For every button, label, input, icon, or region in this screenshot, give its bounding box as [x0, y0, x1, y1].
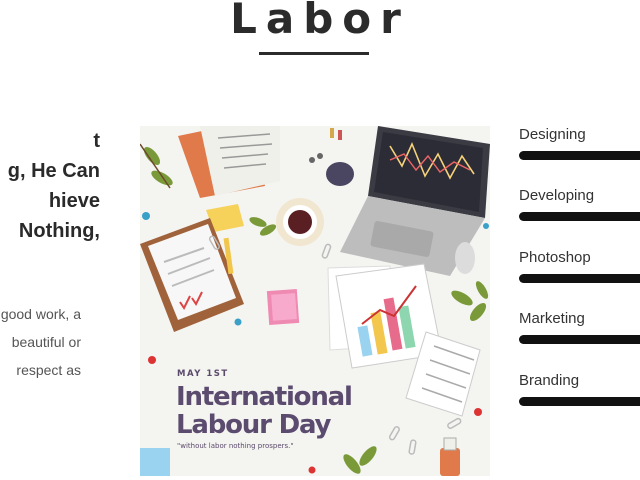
- labour-day-poster-image: MAY 1ST International Labour Day "withou…: [140, 126, 490, 476]
- skill-item-photoshop: Photoshop: [519, 249, 640, 283]
- skill-item-designing: Designing: [519, 126, 640, 160]
- leaf-illustration: [343, 446, 377, 474]
- clipboard-illustration: [140, 218, 244, 332]
- skill-progress-bar: [519, 335, 640, 344]
- skill-progress-bar: [519, 212, 640, 221]
- stamp-illustration: [440, 437, 460, 476]
- poster-title-line2: Labour Day: [176, 410, 331, 440]
- skill-label: Branding: [519, 372, 580, 389]
- headline-line: hieve: [48, 190, 100, 212]
- skill-label: Photoshop: [519, 249, 591, 266]
- skill-label: Designing: [519, 126, 586, 143]
- headline-line: t: [93, 130, 100, 152]
- headline-line: g, He Can: [7, 160, 100, 182]
- body-line: beautiful or: [11, 334, 81, 350]
- body-paragraph: good work, a beautiful or respect as: [0, 300, 81, 384]
- folder-illustration: [178, 126, 280, 198]
- skill-progress-bar: [519, 397, 640, 406]
- body-line: good work, a: [0, 306, 81, 322]
- skill-progress-bar: [519, 151, 640, 160]
- earbuds-illustration: [309, 153, 354, 186]
- skill-item-branding: Branding: [519, 372, 640, 406]
- sticky-note-illustration: [140, 448, 170, 476]
- headline-line: Nothing,: [18, 220, 100, 242]
- poster-quote: "without labor nothing prospers.": [177, 442, 294, 450]
- skill-label: Marketing: [519, 310, 585, 327]
- page-title: Labor: [230, 0, 410, 43]
- skill-label: Developing: [519, 187, 595, 204]
- skill-progress-bar: [519, 274, 640, 283]
- headline: t g, He Can hieve Nothing,: [0, 126, 100, 246]
- pin-illustration: [330, 128, 342, 140]
- body-line: respect as: [16, 362, 81, 378]
- title-underline: [259, 52, 369, 55]
- coffee-cup-illustration: [276, 198, 324, 246]
- leaf-illustration: [140, 143, 173, 189]
- skill-item-marketing: Marketing: [519, 310, 640, 344]
- poster-title-line1: International: [176, 382, 352, 412]
- leaf-illustration: [451, 281, 489, 322]
- leaf-illustration: [249, 217, 277, 236]
- mouse-illustration: [455, 242, 475, 274]
- poster-date: MAY 1ST: [177, 369, 229, 379]
- sticky-note-illustration: [266, 288, 300, 326]
- skill-item-developing: Developing: [519, 187, 640, 221]
